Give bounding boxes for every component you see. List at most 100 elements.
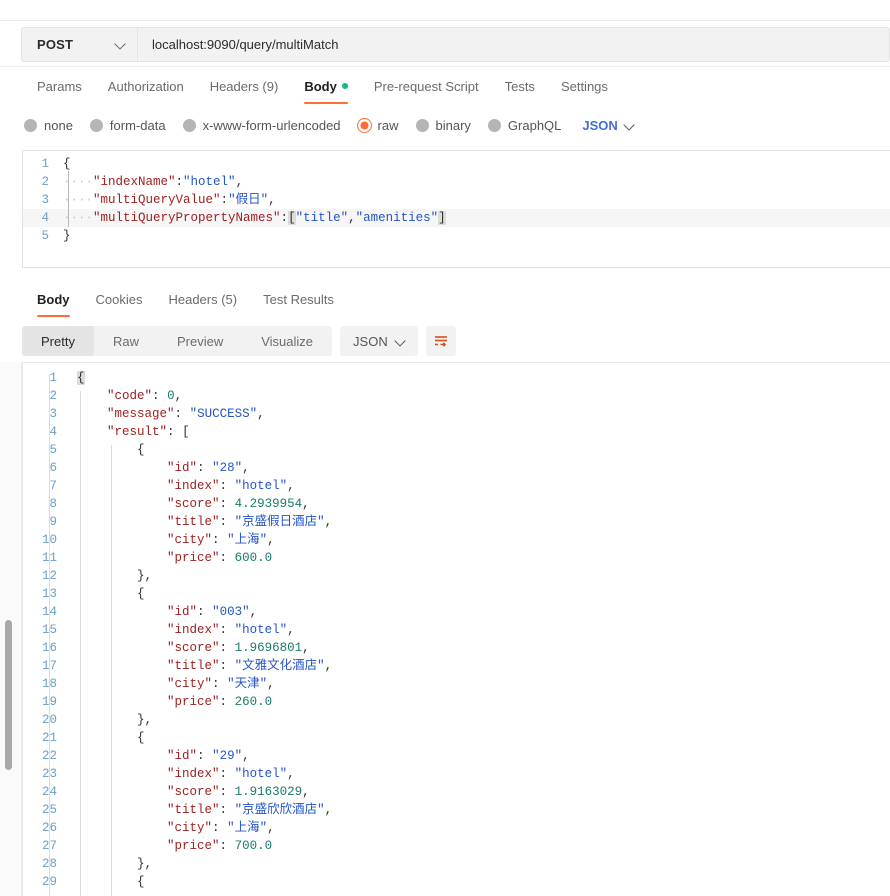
request-tab-label: Pre-request Script: [373, 78, 479, 94]
response-tab-label: Headers (5): [168, 291, 238, 307]
response-tab-headers-5[interactable]: Headers (5): [155, 288, 250, 317]
body-type-graphql[interactable]: GraphQL: [487, 117, 562, 133]
view-mode-raw[interactable]: Raw: [94, 326, 158, 356]
request-tab-label: Headers (9): [209, 78, 279, 94]
url-bar-container: POST localhost:9090/query/multiMatch: [0, 20, 890, 67]
request-tab-pre-request-script[interactable]: Pre-request Script: [361, 75, 492, 104]
body-type-x-www-form-urlencoded[interactable]: x-www-form-urlencoded: [182, 118, 341, 133]
line-number: 18: [23, 675, 57, 693]
line-number: 2: [41, 175, 49, 189]
response-format-dropdown[interactable]: JSON: [340, 326, 418, 356]
response-code-line: 11 "price": 600.0: [23, 549, 890, 567]
radio-icon[interactable]: [24, 118, 37, 132]
code-fold-guide: [49, 375, 50, 896]
response-toolbar: Pretty Raw Preview Visualize JSON: [0, 322, 890, 360]
code-text: "price": 600.0: [167, 551, 273, 565]
line-number: 27: [23, 837, 57, 855]
http-method-dropdown[interactable]: POST: [21, 27, 138, 62]
code-text: "score": 1.9163029,: [167, 785, 310, 799]
radio-icon[interactable]: [182, 118, 196, 132]
chevron-down-icon: [396, 337, 405, 346]
code-text: "score": 1.9696801,: [167, 641, 310, 655]
response-scrollbar-thumb[interactable]: [5, 620, 12, 770]
chevron-down-icon: [625, 121, 634, 130]
line-number: 21: [23, 729, 57, 747]
view-mode-preview[interactable]: Preview: [158, 326, 242, 356]
line-number: 4: [41, 211, 49, 225]
request-tab-label: Settings: [560, 78, 608, 94]
url-input-value: localhost:9090/query/multiMatch: [152, 37, 339, 52]
code-text: ····"multiQueryValue":"假日",: [63, 193, 276, 207]
request-code-line: 4 ····"multiQueryPropertyNames":["title",…: [23, 209, 890, 227]
view-mode-pretty[interactable]: Pretty: [22, 326, 94, 356]
response-code-line: 9 "title": "京盛假日酒店",: [23, 513, 890, 531]
request-tab-authorization[interactable]: Authorization: [95, 75, 197, 104]
response-code-line: 19 "price": 260.0: [23, 693, 890, 711]
response-code-line: 14 "id": "003",: [23, 603, 890, 621]
url-bar: POST localhost:9090/query/multiMatch: [21, 27, 890, 62]
response-code-line: 23 "index": "hotel",: [23, 765, 890, 783]
url-input[interactable]: localhost:9090/query/multiMatch: [138, 27, 890, 62]
request-tab-settings[interactable]: Settings: [548, 75, 621, 104]
request-tab-label: Params: [37, 78, 82, 94]
response-code-line: 18 "city": "天津",: [23, 675, 890, 693]
http-method-label: POST: [37, 37, 74, 52]
code-text: }: [63, 229, 71, 243]
body-type-none[interactable]: none: [24, 118, 73, 133]
code-text: "index": "hotel",: [167, 767, 295, 781]
code-text: "code": 0,: [107, 389, 183, 403]
line-number: 13: [23, 585, 57, 603]
code-text: "id": "29",: [167, 749, 250, 763]
line-number: 26: [23, 819, 57, 837]
body-type-row: none form-data x-www-form-urlencoded raw bin…: [0, 112, 890, 138]
response-body-viewer[interactable]: 1{2 "code": 0, 3 "message": "SUCCESS", 4 "…: [22, 362, 890, 896]
code-text: },: [137, 569, 153, 583]
response-code-line: 2 "code": 0,: [23, 387, 890, 405]
body-type-binary[interactable]: binary: [415, 118, 471, 133]
request-tab-label: Body: [304, 78, 337, 94]
response-code-line: 4 "result": [: [23, 423, 890, 441]
line-number: 6: [49, 461, 57, 475]
word-wrap-button[interactable]: [425, 326, 456, 356]
request-format-dropdown[interactable]: JSON: [582, 118, 633, 133]
body-type-label: GraphQL: [507, 117, 562, 133]
body-type-raw[interactable]: raw: [357, 117, 399, 133]
response-code-line: 15 "index": "hotel",: [23, 621, 890, 639]
radio-icon[interactable]: [89, 118, 103, 132]
response-code-line: 29 {: [23, 873, 890, 891]
code-text: "title": "京盛欣欣酒店",: [167, 803, 333, 817]
request-code-line: 2 ····"indexName":"hotel",: [23, 173, 890, 191]
body-type-label: raw: [377, 117, 399, 133]
response-code-line: 27 "price": 700.0: [23, 837, 890, 855]
radio-icon[interactable]: [415, 118, 429, 132]
line-number: 9: [49, 515, 57, 529]
line-number: 20: [23, 711, 57, 729]
code-fold-guide: [80, 391, 81, 896]
response-code-line: 8 "score": 4.2939954,: [23, 495, 890, 513]
request-tab-params[interactable]: Params: [24, 75, 95, 104]
request-tab-headers-9[interactable]: Headers (9): [197, 75, 292, 104]
code-text: {: [137, 587, 145, 601]
response-tab-cookies[interactable]: Cookies: [83, 288, 156, 317]
request-format-label: JSON: [582, 117, 618, 133]
line-number: 3: [41, 193, 49, 207]
radio-icon[interactable]: [487, 118, 501, 132]
response-tab-test-results[interactable]: Test Results: [250, 288, 347, 317]
line-number: 14: [23, 603, 57, 621]
body-type-form-data[interactable]: form-data: [89, 117, 166, 133]
response-code-line: 20 },: [23, 711, 890, 729]
request-body-editor[interactable]: 1{2 ····"indexName":"hotel", 3 ····"multiQu…: [22, 150, 890, 268]
line-number: 11: [23, 549, 57, 567]
response-scrollbar-track[interactable]: [0, 362, 22, 896]
code-text: "id": "003",: [167, 605, 258, 619]
request-tab-tests[interactable]: Tests: [492, 75, 548, 104]
code-text: "city": "上海",: [167, 533, 275, 547]
response-view-mode-group: Pretty Raw Preview Visualize: [22, 326, 333, 356]
response-tab-bar: Body Cookies Headers (5) Test Results: [0, 288, 890, 317]
request-tab-body[interactable]: Body: [291, 75, 361, 104]
radio-icon[interactable]: [357, 118, 371, 132]
view-mode-visualize[interactable]: Visualize: [242, 326, 332, 356]
body-type-label: form-data: [109, 117, 166, 133]
response-tab-body[interactable]: Body: [24, 288, 83, 317]
request-code-line: 1{: [23, 155, 890, 173]
